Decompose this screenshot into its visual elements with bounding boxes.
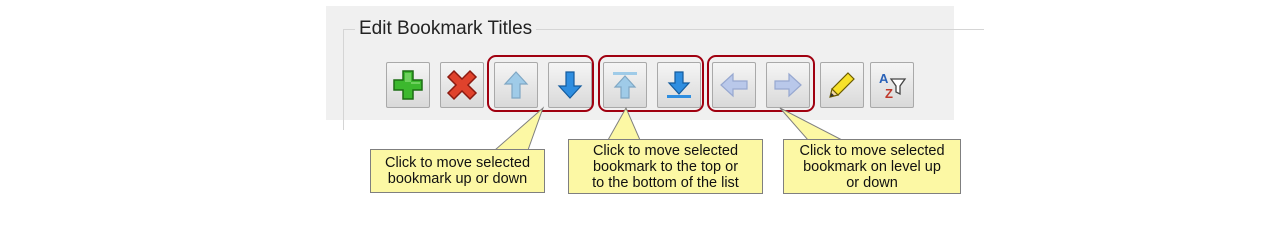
callout-line: Click to move selected — [799, 142, 945, 159]
callout-up-down: Click to move selected bookmark up or do… — [370, 149, 545, 193]
callout-top-bottom: Click to move selected bookmark to the t… — [568, 139, 763, 194]
callout-line: Click to move selected — [384, 155, 531, 171]
callout-line: or down — [846, 174, 898, 191]
callout-line: Click to move selected — [592, 142, 739, 159]
callout-line: bookmark up or down — [387, 171, 528, 187]
callout-line: bookmark to the top or — [592, 158, 739, 175]
callout-line: bookmark on level up — [803, 158, 941, 175]
callout-level: Click to move selected bookmark on level… — [783, 139, 961, 194]
callout-line: to the bottom of the list — [592, 174, 739, 191]
